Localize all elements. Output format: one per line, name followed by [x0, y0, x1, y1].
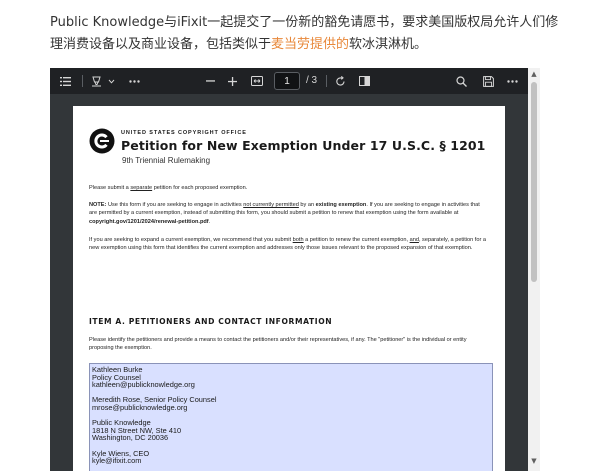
- text-underlined: not currently permitted: [243, 202, 299, 208]
- more-tools-icon[interactable]: [126, 68, 142, 94]
- text-underlined: separate: [130, 185, 153, 191]
- petitioner-entry-line: kyle@ifixit.com: [92, 456, 142, 466]
- petitioner-entry-line: Washington, DC 20036: [92, 433, 169, 443]
- document-subtitle: 9th Triennial Rulemaking: [122, 156, 211, 165]
- toolbar-divider: [82, 75, 83, 87]
- two-page-view-icon[interactable]: [356, 68, 372, 94]
- text: a petition to renew the current exemptio…: [303, 237, 410, 243]
- scroll-up-arrow-icon[interactable]: ▲: [530, 70, 538, 78]
- text: .: [208, 218, 211, 225]
- pdf-viewer: / 3 ▲ ▼ UNITED STATES COPYRIGHT OFFICE P…: [50, 68, 540, 471]
- scrollbar-thumb[interactable]: [531, 82, 537, 282]
- vertical-scrollbar[interactable]: ▲ ▼: [528, 68, 540, 471]
- section-heading-item-a: ITEM A. PETITIONERS AND CONTACT INFORMAT…: [89, 317, 333, 326]
- mcdonalds-link[interactable]: 麦当劳提供的: [271, 37, 349, 52]
- toolbar-divider: [326, 75, 327, 87]
- zoom-in-icon[interactable]: [224, 68, 240, 94]
- renewal-petition-url[interactable]: copyright.gov/1201/2024/renewal-petition…: [89, 219, 209, 225]
- text: If you are seeking to expand a current e…: [89, 237, 293, 243]
- note-label: NOTE:: [89, 202, 107, 208]
- article-paragraph: Public Knowledge与iFixit一起提交了一份新的豁免请愿书，要求…: [50, 12, 570, 56]
- page-number-input[interactable]: [274, 72, 300, 90]
- petitioners-instructions-paragraph: Please identify the petitioners and prov…: [89, 337, 467, 352]
- article-text-after: 软冰淇淋机。: [349, 37, 428, 52]
- office-name: UNITED STATES COPYRIGHT OFFICE: [121, 130, 247, 136]
- copyright-office-logo-icon: [89, 128, 115, 154]
- text: Please submit a: [89, 185, 131, 191]
- more-options-icon[interactable]: [504, 68, 520, 94]
- chevron-down-icon[interactable]: [106, 68, 116, 94]
- highlighter-icon[interactable]: [88, 68, 104, 94]
- text: by an: [298, 202, 316, 208]
- text: petition for each proposed exemption.: [152, 185, 248, 191]
- text-underlined: both: [292, 237, 304, 243]
- separate-petition-paragraph: Please submit a separate petition for ea…: [89, 184, 489, 192]
- text-bold: existing exemption: [315, 202, 367, 208]
- text-underlined: and: [409, 237, 419, 243]
- expand-exemption-paragraph: If you are seeking to expand a current e…: [89, 236, 489, 253]
- petitioner-entry-line: mrose@publicknowledge.org: [92, 403, 188, 412]
- note-paragraph: NOTE: Use this form if you are seeking t…: [89, 201, 489, 226]
- pdf-toolbar: / 3: [50, 68, 528, 94]
- outline-menu-icon[interactable]: [54, 68, 76, 94]
- page-total-label: / 3: [306, 75, 318, 86]
- petitioner-entry-line: kathleen@publicknowledge.org: [92, 380, 195, 390]
- search-icon[interactable]: [453, 68, 469, 94]
- zoom-out-icon[interactable]: [202, 68, 218, 94]
- pdf-page: UNITED STATES COPYRIGHT OFFICE Petition …: [73, 106, 505, 471]
- text: Use this form if you are seeking to enga…: [106, 202, 244, 208]
- petitioners-entry-field[interactable]: Kathleen Burke Policy Counsel kathleen@pub…: [89, 363, 493, 471]
- fit-page-icon[interactable]: [248, 68, 266, 94]
- scroll-down-arrow-icon[interactable]: ▼: [530, 457, 538, 465]
- save-icon[interactable]: [480, 68, 496, 94]
- document-title: Petition for New Exemption Under 17 U.S.…: [121, 138, 486, 153]
- rotate-icon[interactable]: [332, 68, 348, 94]
